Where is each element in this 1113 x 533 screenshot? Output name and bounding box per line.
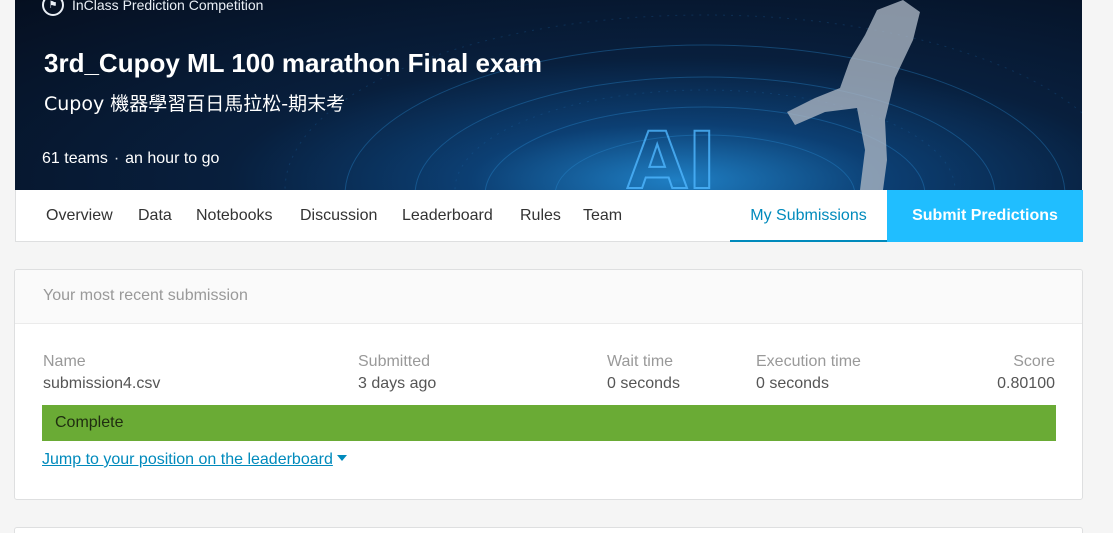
name-column: Name submission4.csv (43, 352, 160, 394)
tab-rules[interactable]: Rules (520, 190, 561, 242)
tab-leaderboard[interactable]: Leaderboard (402, 190, 493, 242)
submitted-column: Submitted 3 days ago (358, 352, 436, 394)
competition-banner: AI ⚑ InClass Prediction Competition 3rd_… (15, 0, 1082, 190)
tab-notebooks[interactable]: Notebooks (196, 190, 273, 242)
execution-time-column: Execution time 0 seconds (756, 352, 861, 394)
score-column: Score 0.80100 (997, 352, 1055, 394)
tab-data[interactable]: Data (138, 190, 172, 242)
competition-tabs: Overview Data Notebooks Discussion Leade… (15, 190, 1083, 242)
submission-filename: submission4.csv (43, 375, 161, 392)
competition-meta: 61 teams · an hour to go (42, 150, 219, 168)
competition-title: 3rd_Cupoy ML 100 marathon Final exam (44, 48, 542, 78)
card-header: Your most recent submission (15, 270, 1082, 324)
tab-my-submissions[interactable]: My Submissions (730, 190, 887, 242)
meta-separator: · (113, 150, 120, 167)
deadline: an hour to go (125, 150, 220, 167)
submitted-label: Submitted (358, 353, 431, 370)
execution-time-label: Execution time (756, 353, 861, 370)
status-complete-bar: Complete (42, 405, 1056, 441)
competition-type: ⚑ InClass Prediction Competition (42, 0, 263, 16)
wait-time-label: Wait time (607, 353, 674, 370)
next-card (14, 527, 1083, 533)
tab-discussion[interactable]: Discussion (300, 190, 377, 242)
jump-to-leaderboard-link[interactable]: Jump to your position on the leaderboard (42, 451, 347, 469)
execution-time-value: 0 seconds (756, 375, 829, 392)
recent-submission-card: Your most recent submission Name submiss… (14, 269, 1083, 500)
score-value: 0.80100 (997, 375, 1055, 392)
competition-subtitle: Cupoy 機器學習百日馬拉松-期末考 (44, 93, 346, 115)
wait-time-column: Wait time 0 seconds (607, 352, 680, 394)
competition-type-label: InClass Prediction Competition (72, 0, 264, 13)
score-label: Score (1013, 353, 1055, 370)
tab-team[interactable]: Team (583, 190, 622, 242)
name-label: Name (43, 353, 86, 370)
wait-time-value: 0 seconds (607, 375, 680, 392)
jump-link-label: Jump to your position on the leaderboard (42, 451, 333, 468)
ai-art-text: AI (627, 117, 716, 190)
team-count: 61 teams (42, 150, 108, 167)
submit-predictions-button[interactable]: Submit Predictions (887, 190, 1083, 242)
player-silhouette (787, 0, 920, 190)
submitted-value: 3 days ago (358, 375, 437, 392)
tab-overview[interactable]: Overview (46, 190, 113, 242)
caret-down-icon (336, 455, 347, 461)
flag-icon: ⚑ (42, 0, 64, 16)
